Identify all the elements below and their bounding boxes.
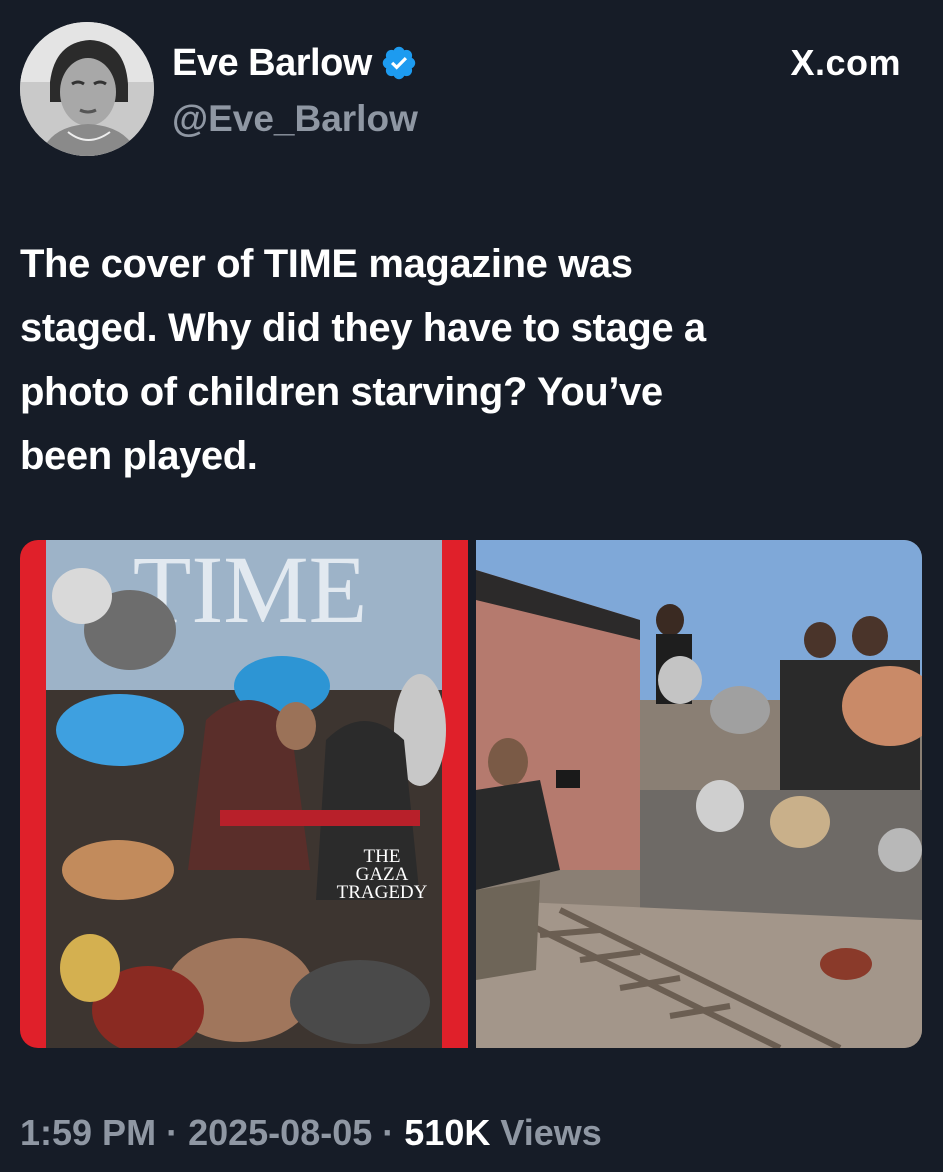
verified-badge-icon [380,44,418,82]
time-cover-image[interactable]: TIME THE GAZA TRAGEDY [20,540,468,1048]
post-text-line: been played. [20,434,258,478]
post-text-line: staged. Why did they have to stage a [20,306,706,350]
avatar[interactable] [20,22,154,156]
meta-separator: · [166,1112,179,1153]
views-count: 510K [404,1112,491,1153]
author-display-name[interactable]: Eve Barlow [172,40,372,86]
post-text-line: The cover of TIME magazine was [20,242,633,286]
post-text-line: photo of children starving? You’ve [20,370,663,414]
views-label: Views [500,1112,602,1153]
post-date[interactable]: 2025-08-05 [188,1112,372,1153]
post-header: Eve Barlow @Eve_Barlow X.com [0,0,943,200]
post-media[interactable]: TIME THE GAZA TRAGEDY [20,540,922,1048]
post-meta: 1:59 PM · 2025-08-05 · 510K Views [20,1108,602,1158]
site-label: X.com [790,42,901,83]
photographer-photo-image[interactable] [476,540,922,1048]
post-time[interactable]: 1:59 PM [20,1112,156,1153]
meta-separator: · [382,1112,395,1153]
post-text: The cover of TIME magazine was staged. W… [20,232,910,488]
cover-headline-line: TRAGEDY [337,882,428,903]
author-name-row: Eve Barlow [172,40,418,86]
profile-photo-icon [20,22,154,156]
author-handle[interactable]: @Eve_Barlow [172,96,418,142]
